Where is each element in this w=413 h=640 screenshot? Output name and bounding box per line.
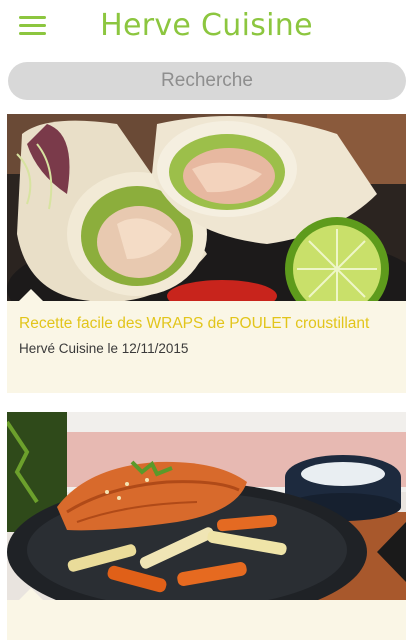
recipe-image-wraps[interactable] <box>7 114 406 301</box>
recipe-card[interactable] <box>7 412 406 640</box>
search-input[interactable] <box>8 62 406 100</box>
recipe-card[interactable]: Recette facile des WRAPS de POULET crous… <box>7 114 406 393</box>
recipe-image-salmon[interactable] <box>7 412 406 600</box>
recipe-caption[interactable] <box>7 588 406 640</box>
salmon-vegetables-photo <box>7 412 406 600</box>
recipe-meta: Hervé Cuisine le 12/11/2015 <box>19 341 189 356</box>
search-bar <box>8 62 406 100</box>
app-header: Herve Cuisine <box>0 0 413 56</box>
app-title: Herve Cuisine <box>100 8 313 43</box>
recipe-title[interactable]: Recette facile des WRAPS de POULET crous… <box>19 313 394 335</box>
recipe-caption[interactable]: Recette facile des WRAPS de POULET crous… <box>7 289 406 393</box>
chicken-wraps-photo <box>7 114 406 301</box>
